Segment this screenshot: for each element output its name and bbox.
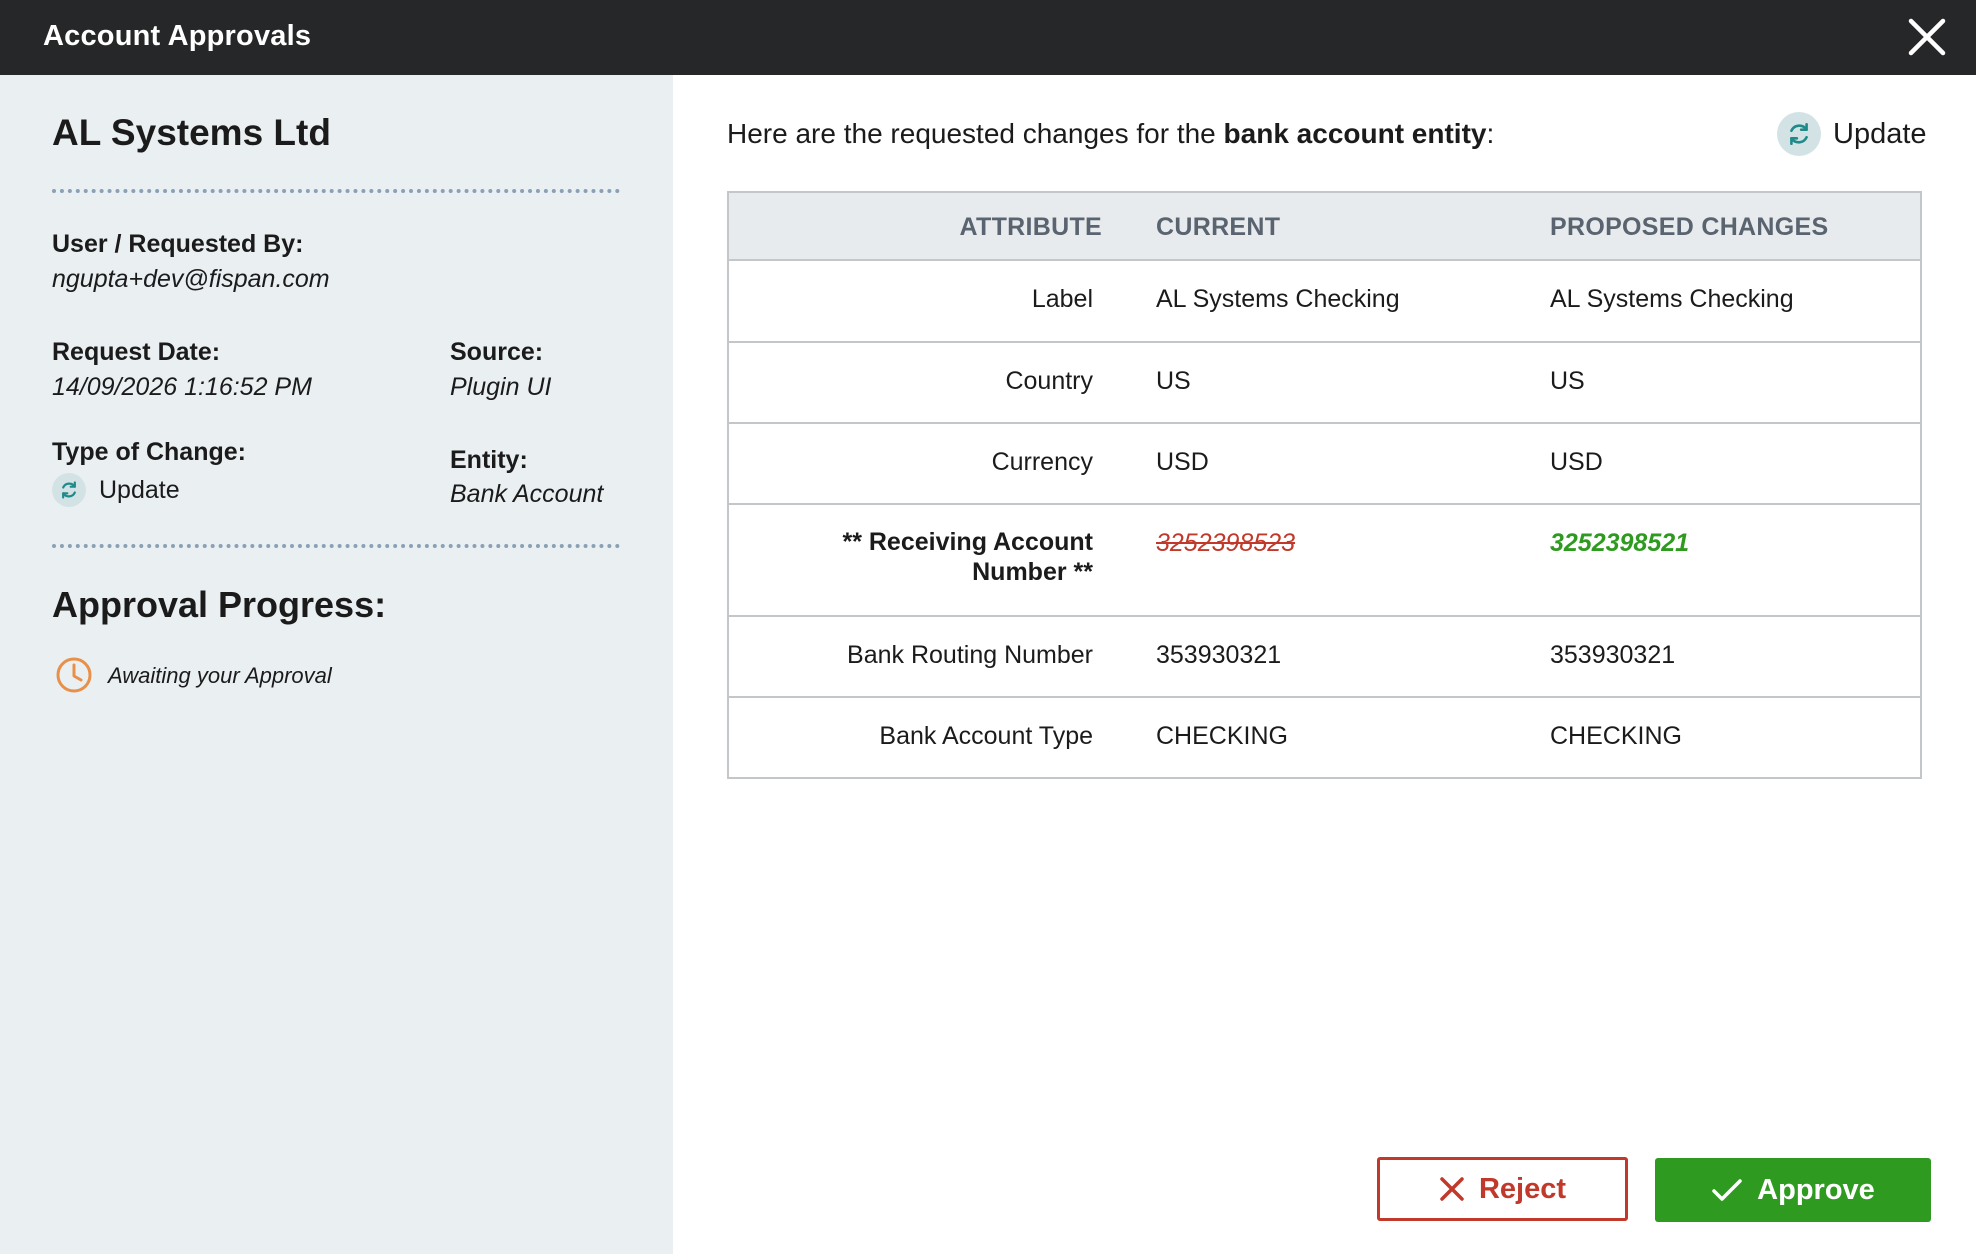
x-icon [1440, 1177, 1464, 1201]
request-date-value: 14/09/2026 1:16:52 PM [52, 373, 312, 401]
attribute-cell: Bank Routing Number [847, 641, 1093, 669]
requested-by-value: ngupta+dev@fispan.com [52, 265, 330, 293]
change-type-indicator: Update [1777, 111, 1927, 157]
attribute-cell: Bank Account Type [879, 722, 1093, 750]
proposed-cell: US [1550, 367, 1585, 395]
table-row: Bank Account Type CHECKING CHECKING [729, 698, 1920, 777]
refresh-icon-glyph [1790, 122, 1808, 146]
attribute-cell: Label [1031, 285, 1093, 313]
entity-label: Entity: [450, 446, 528, 474]
reject-label: Reject [1478, 1172, 1567, 1205]
source-value: Plugin UI [450, 373, 552, 401]
column-header-proposed: PROPOSED CHANGES [1550, 213, 1829, 241]
approval-status: Awaiting your Approval [108, 663, 332, 688]
proposed-cell: AL Systems Checking [1550, 285, 1794, 313]
column-header-attribute: ATTRIBUTE [959, 213, 1102, 241]
update-label: Update [1833, 117, 1927, 150]
refresh-icon [1777, 112, 1821, 156]
entity-value: Bank Account [450, 480, 604, 508]
refresh-icon [52, 473, 86, 507]
attribute-cell: ** Receiving Account Number ** [842, 527, 1093, 587]
table-header: ATTRIBUTE CURRENT PROPOSED CHANGES [729, 193, 1920, 261]
table-row: Label AL Systems Checking AL Systems Che… [729, 261, 1920, 343]
table-row: Currency USD USD [729, 424, 1920, 505]
intro-suffix: : [1486, 118, 1495, 149]
reject-button[interactable]: Reject [1377, 1157, 1628, 1221]
current-cell-old-value: 3252398523 [1156, 529, 1296, 557]
source-label: Source: [450, 338, 544, 366]
window-title: Account Approvals [43, 20, 312, 52]
changes-table: ATTRIBUTE CURRENT PROPOSED CHANGES Label… [727, 191, 1922, 779]
current-cell: 353930321 [1156, 641, 1282, 669]
clock-icon [56, 657, 92, 693]
divider [52, 189, 620, 193]
type-of-change-label: Type of Change: [52, 438, 246, 466]
refresh-icon-glyph [62, 481, 76, 499]
current-cell: CHECKING [1156, 722, 1288, 750]
changes-intro: Here are the requested changes for the b… [727, 118, 1494, 150]
table-row: Bank Routing Number 353930321 353930321 [729, 617, 1920, 698]
titlebar: Account Approvals [0, 0, 1976, 75]
request-date-label: Request Date: [52, 338, 221, 366]
proposed-cell-new-value: 3252398521 [1550, 529, 1690, 557]
close-icon[interactable] [1906, 16, 1948, 58]
attribute-line: ** Receiving Account [842, 528, 1093, 556]
approve-button[interactable]: Approve [1655, 1158, 1931, 1222]
attribute-cell: Country [1005, 367, 1093, 395]
company-name: AL Systems Ltd [52, 112, 331, 153]
attribute-line: Number ** [972, 558, 1093, 586]
table-row: Country US US [729, 343, 1920, 424]
intro-entity: bank account entity [1223, 118, 1487, 149]
attribute-cell: Currency [991, 448, 1093, 476]
proposed-cell: USD [1550, 448, 1603, 476]
proposed-cell: 353930321 [1550, 641, 1676, 669]
approval-progress-title: Approval Progress: [52, 584, 387, 625]
intro-prefix: Here are the requested changes for the [727, 118, 1224, 149]
divider [52, 544, 620, 548]
requested-by-label: User / Requested By: [52, 230, 304, 258]
approve-label: Approve [1757, 1173, 1875, 1206]
current-cell: AL Systems Checking [1156, 285, 1400, 313]
check-icon [1712, 1179, 1742, 1201]
current-cell: US [1156, 367, 1191, 395]
proposed-cell: CHECKING [1550, 722, 1682, 750]
type-of-change-value: Update [99, 476, 180, 504]
current-cell: USD [1156, 448, 1209, 476]
table-row-changed: ** Receiving Account Number ** 325239852… [729, 505, 1920, 617]
column-header-current: CURRENT [1156, 213, 1281, 241]
